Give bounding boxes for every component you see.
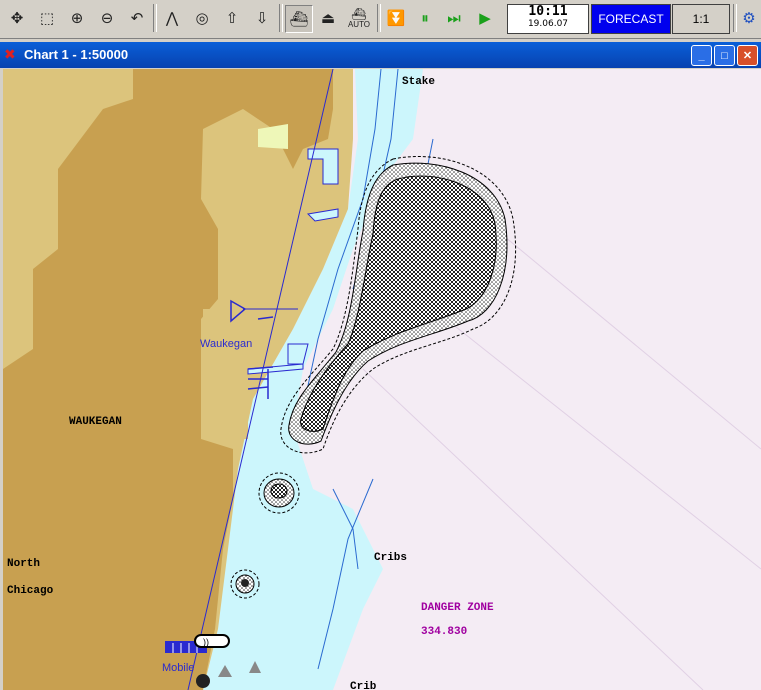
harbor-land <box>203 309 248 439</box>
simulation-clock: 10:11 19.06.07 <box>507 4 589 34</box>
label-danger-value: 334.830 <box>421 626 468 638</box>
svg-text:)): )) <box>203 637 209 647</box>
label-danger-zone: DANGER ZONE <box>421 602 494 614</box>
toolbar-separator <box>153 4 157 32</box>
auto-ship-button[interactable]: ⛴ AUTO <box>345 5 373 31</box>
zoom-out-icon[interactable]: ⊖ <box>94 5 120 31</box>
label-stake: Stake <box>402 76 436 88</box>
label-waukegan-harbor: Waukegan <box>200 338 253 350</box>
label-crib: Crib <box>350 681 377 690</box>
main-toolbar: ✥ ⬚ ⊕ ⊖ ↶ ⋀ ◎ ⇧ ⇩ ⛴ ⏏ ⛴ AUTO ⏬ ⏸ ⏭ ▶ 10:… <box>0 0 761 39</box>
zoom-in-icon[interactable]: ⊕ <box>64 5 90 31</box>
time-scale-button[interactable]: 1:1 <box>672 4 730 34</box>
stop-icon[interactable]: ⏬ <box>383 5 409 31</box>
zoom-window-icon[interactable]: ⬚ <box>34 5 60 31</box>
pause-icon[interactable]: ⏸ <box>412 5 438 31</box>
toolbar-separator <box>377 4 381 32</box>
label-north: North <box>7 558 41 570</box>
auto-ship-icon: ⛴ <box>351 6 367 21</box>
sync-icon[interactable]: ⚙ <box>738 5 760 31</box>
nautical-chart: )) <box>3 69 761 690</box>
label-mobile: Mobile <box>162 662 195 674</box>
label-cribs: Cribs <box>374 552 408 564</box>
ship-outline-icon[interactable]: ⏏ <box>315 5 341 31</box>
chart-window-icon: ✖ <box>4 46 16 62</box>
chart-window-titlebar[interactable]: ✖ Chart 1 - 1:50000 _ □ ✕ <box>0 42 761 68</box>
auto-label: AUTO <box>347 19 371 29</box>
close-button[interactable]: ✕ <box>737 45 758 66</box>
chart-view[interactable]: )) Stake Waukegan WAUKEGAN North Chicago… <box>3 69 761 690</box>
import-icon[interactable]: ⇩ <box>249 5 275 31</box>
minimize-button[interactable]: _ <box>691 45 712 66</box>
maximize-button[interactable]: □ <box>714 45 735 66</box>
play-icon[interactable]: ▶ <box>472 5 498 31</box>
target-icon[interactable]: ◎ <box>189 5 215 31</box>
forecast-button[interactable]: FORECAST <box>591 4 671 34</box>
chart-window-title: Chart 1 - 1:50000 <box>24 47 129 62</box>
ship-view-icon[interactable]: ⛴ <box>285 5 313 33</box>
clock-date: 19.06.07 <box>527 19 569 29</box>
pan-tool-icon[interactable]: ✥ <box>4 5 30 31</box>
label-chicago: Chicago <box>7 585 54 597</box>
measure-icon[interactable]: ⋀ <box>159 5 185 31</box>
export-icon[interactable]: ⇧ <box>219 5 245 31</box>
fast-forward-icon[interactable]: ⏭ <box>441 5 467 31</box>
undo-view-icon[interactable]: ↶ <box>124 5 150 31</box>
clock-time: 10:11 <box>528 4 568 19</box>
label-waukegan-city: WAUKEGAN <box>69 416 122 428</box>
toolbar-separator <box>279 4 283 32</box>
toolbar-separator <box>733 4 737 32</box>
